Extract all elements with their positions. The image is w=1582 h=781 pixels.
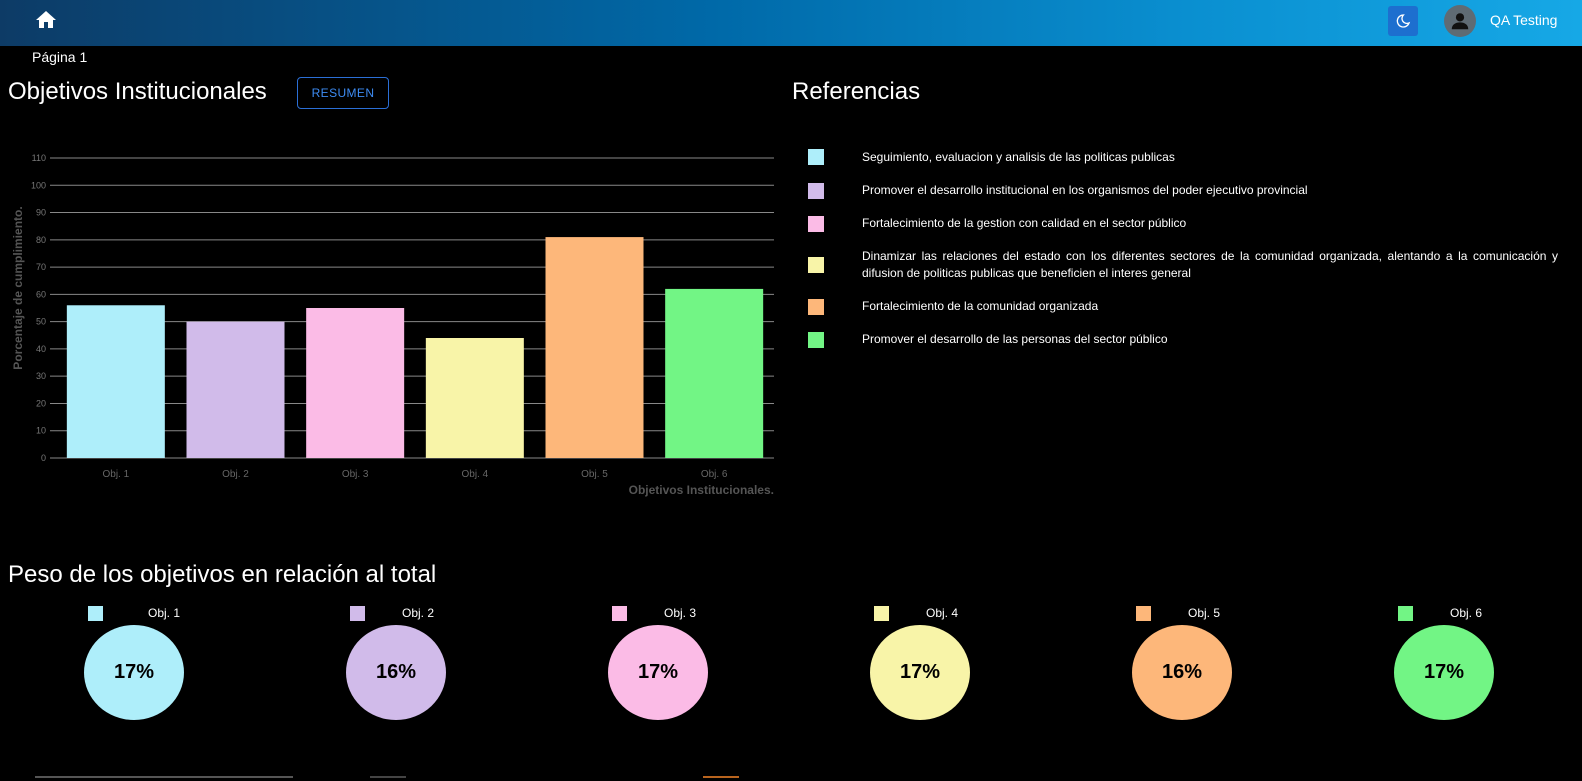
bar-5 xyxy=(545,237,644,458)
weight-label: Obj. 5 xyxy=(1188,606,1221,620)
moon-icon xyxy=(1396,14,1411,28)
weight-label: Obj. 1 xyxy=(148,606,181,620)
y-tick-label: 20 xyxy=(36,398,46,408)
weight-item-obj-5: Obj. 5 16% xyxy=(1132,606,1242,726)
reference-item: Fortalecimiento de la comunidad organiza… xyxy=(808,290,1558,323)
home-button[interactable] xyxy=(34,8,58,32)
weight-item-obj-3: Obj. 3 17% xyxy=(608,606,718,726)
weight-percent: 17% xyxy=(637,661,679,683)
weight-label: Obj. 4 xyxy=(926,606,959,620)
y-tick-label: 70 xyxy=(36,262,46,272)
reference-item: Fortalecimiento de la gestion con calida… xyxy=(808,207,1558,240)
summary-button[interactable]: RESUMEN xyxy=(297,77,389,109)
reference-item: Promover el desarrollo institucional en … xyxy=(808,174,1558,207)
y-tick-label: 10 xyxy=(36,426,46,436)
y-tick-label: 50 xyxy=(36,317,46,327)
weight-pie: 17% xyxy=(608,625,708,720)
weight-percent: 17% xyxy=(899,661,941,683)
weight-color-swatch xyxy=(874,606,889,621)
y-tick-label: 0 xyxy=(41,453,46,463)
reference-text: Seguimiento, evaluacion y analisis de la… xyxy=(862,149,1175,164)
weight-pie: 17% xyxy=(870,625,970,720)
weight-color-swatch xyxy=(1136,606,1151,621)
scrollbar-segment xyxy=(370,776,406,778)
y-tick-label: 40 xyxy=(36,344,46,354)
reference-text: Fortalecimiento de la gestion con calida… xyxy=(862,216,1187,230)
reference-color-swatch xyxy=(808,149,824,165)
avatar[interactable] xyxy=(1444,5,1476,37)
y-tick-label: 110 xyxy=(32,153,46,163)
bar-1 xyxy=(66,305,165,458)
weight-pie: 16% xyxy=(346,625,446,720)
weight-percent: 16% xyxy=(375,661,417,683)
weight-label: Obj. 6 xyxy=(1450,606,1483,620)
weight-item-obj-2: Obj. 2 16% xyxy=(346,606,456,726)
bar-3 xyxy=(306,308,405,458)
weight-color-swatch xyxy=(350,606,365,621)
weight-percent: 17% xyxy=(113,661,155,683)
reference-text: Promover el desarrollo de las personas d… xyxy=(862,332,1168,346)
top-app-bar: QA Testing xyxy=(0,0,1582,46)
x-axis-title: Objetivos Institucionales. xyxy=(629,483,774,497)
x-tick-label: Obj. 3 xyxy=(342,469,369,480)
reference-item: Promover el desarrollo de las personas d… xyxy=(808,323,1558,356)
y-tick-label: 60 xyxy=(36,289,46,299)
weight-percent: 17% xyxy=(1423,661,1465,683)
references-title: Referencias xyxy=(792,78,921,105)
bar-2 xyxy=(186,321,285,458)
bar-chart-svg: 0 10 20 30 40 50 60 70 80 90 100 110 Obj. 1 Obj. 2 Obj… xyxy=(11,153,774,497)
references-list: Seguimiento, evaluacion y analisis de la… xyxy=(808,140,1558,356)
y-tick-label: 30 xyxy=(36,371,46,381)
reference-text: Dinamizar las relaciones del estado con … xyxy=(862,249,1558,280)
objectives-title: Objetivos Institucionales xyxy=(8,78,267,105)
bar-6 xyxy=(665,288,764,458)
home-icon xyxy=(36,11,56,28)
weight-item-obj-1: Obj. 1 17% xyxy=(84,606,194,726)
weights-title: Peso de los objetivos en relación al tot… xyxy=(8,561,437,588)
user-name[interactable]: QA Testing xyxy=(1490,12,1557,28)
reference-color-swatch xyxy=(808,298,824,315)
horizontal-scrollbar[interactable] xyxy=(0,776,1582,781)
reference-text: Promover el desarrollo institucional en … xyxy=(862,183,1308,197)
y-tick-label: 80 xyxy=(36,235,46,245)
weight-color-swatch xyxy=(612,606,627,621)
weight-item-obj-4: Obj. 4 17% xyxy=(870,606,980,726)
weight-color-swatch xyxy=(88,606,103,621)
scrollbar-segment xyxy=(703,776,739,778)
page-label: Página 1 xyxy=(32,49,88,65)
x-tick-label: Obj. 2 xyxy=(222,469,249,480)
theme-toggle-button[interactable] xyxy=(1388,6,1418,36)
x-tick-label: Obj. 4 xyxy=(461,469,488,480)
reference-color-swatch xyxy=(808,215,824,232)
reference-item: Seguimiento, evaluacion y analisis de la… xyxy=(808,140,1558,174)
weight-percent: 16% xyxy=(1161,661,1203,683)
weight-pie: 16% xyxy=(1132,625,1232,720)
x-tick-label: Obj. 5 xyxy=(581,469,608,480)
reference-text: Fortalecimiento de la comunidad organiza… xyxy=(862,299,1099,313)
y-axis-title: Porcentaje de cumplimiento. xyxy=(11,206,25,369)
scrollbar-thumb[interactable] xyxy=(35,776,293,778)
weight-item-obj-6: Obj. 6 17% xyxy=(1394,606,1504,726)
x-tick-label: Obj. 6 xyxy=(701,469,728,480)
reference-color-swatch xyxy=(808,257,824,273)
bar-4 xyxy=(425,338,524,458)
reference-color-swatch xyxy=(808,182,824,199)
weight-pie: 17% xyxy=(84,625,184,720)
y-tick-label: 90 xyxy=(36,208,46,218)
weight-label: Obj. 3 xyxy=(664,606,697,620)
x-tick-label: Obj. 1 xyxy=(102,469,129,480)
user-icon xyxy=(1451,13,1469,30)
weight-pie: 17% xyxy=(1394,625,1494,720)
objectives-bar-chart: 0 10 20 30 40 50 60 70 80 90 100 110 Obj. 1 Obj. 2 Obj… xyxy=(0,140,790,510)
weight-color-swatch xyxy=(1398,606,1413,621)
weight-label: Obj. 2 xyxy=(402,606,435,620)
y-tick-label: 100 xyxy=(31,180,46,190)
reference-item: Dinamizar las relaciones del estado con … xyxy=(808,240,1558,290)
reference-color-swatch xyxy=(808,331,824,348)
